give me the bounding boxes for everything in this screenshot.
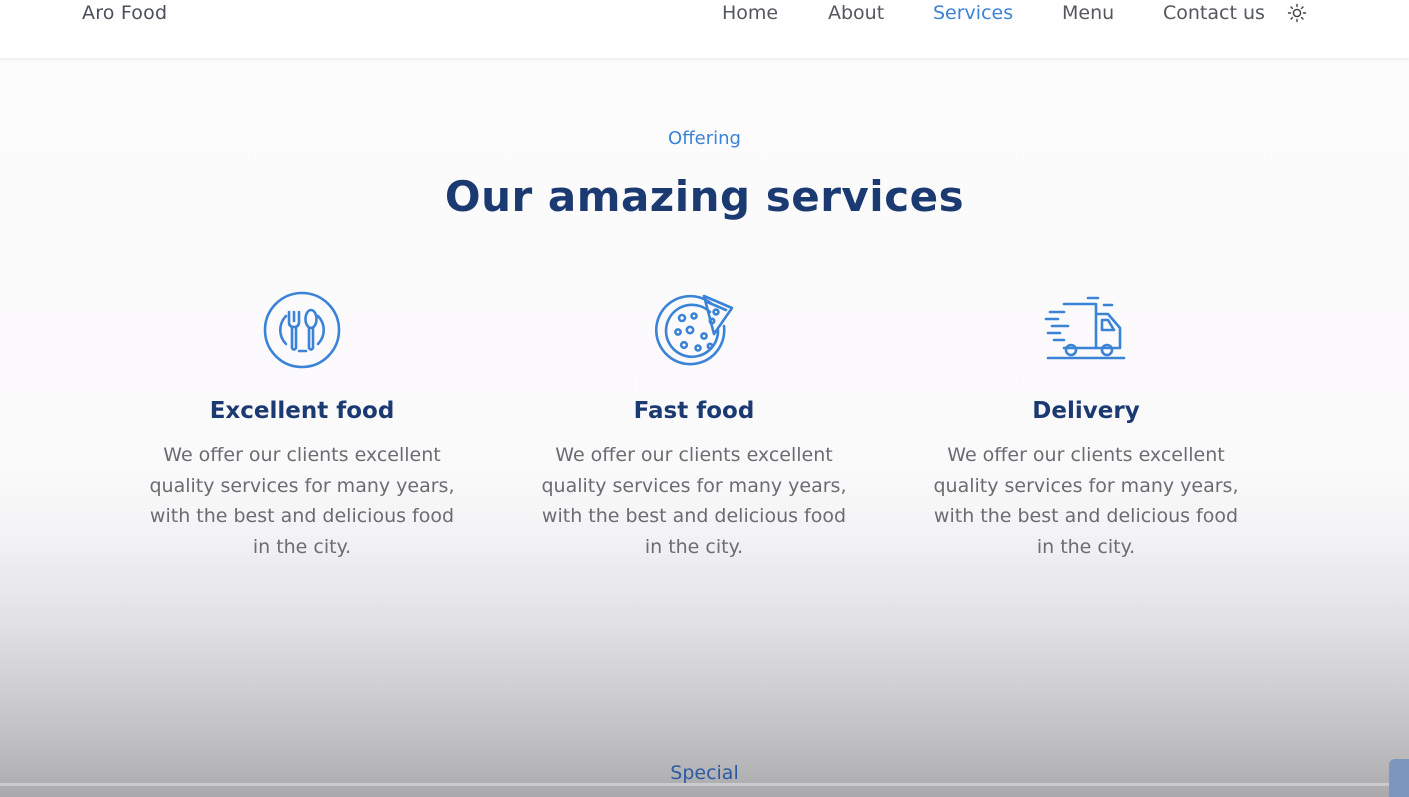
service-card-delivery: Delivery We offer our clients excellent … — [926, 288, 1246, 562]
sun-icon[interactable] — [1287, 3, 1307, 23]
section-title: Our amazing services — [444, 172, 965, 221]
service-title: Fast food — [633, 398, 755, 424]
service-card-fast-food: Fast food We offer our clients excellent… — [534, 288, 854, 562]
nav-link-contact[interactable]: Contact us — [1163, 2, 1265, 24]
section-divider — [0, 783, 1409, 786]
nav-link-home[interactable]: Home — [722, 2, 778, 24]
nav-link-services[interactable]: Services — [933, 2, 1013, 24]
service-title: Delivery — [1032, 398, 1140, 424]
scroll-up-button[interactable] — [1389, 759, 1409, 797]
service-card-excellent-food: Excellent food We offer our clients exce… — [142, 288, 462, 562]
pizza-icon — [652, 288, 736, 372]
nav-link-menu[interactable]: Menu — [1062, 2, 1114, 24]
service-description: We offer our clients excellent quality s… — [149, 444, 455, 558]
delivery-truck-icon — [1044, 288, 1128, 372]
section-subtitle: Offering — [668, 128, 741, 149]
cutlery-plate-icon — [260, 288, 344, 372]
nav-menu: Home About Services Menu Contact us — [0, 2, 1409, 32]
nav-link-about[interactable]: About — [828, 2, 884, 24]
service-title: Excellent food — [209, 398, 395, 424]
navbar: Aro Food Home About Services Menu Contac… — [0, 0, 1409, 58]
special-section-subtitle: Special — [670, 762, 739, 784]
service-description: We offer our clients excellent quality s… — [541, 444, 847, 558]
service-description: We offer our clients excellent quality s… — [933, 444, 1239, 558]
